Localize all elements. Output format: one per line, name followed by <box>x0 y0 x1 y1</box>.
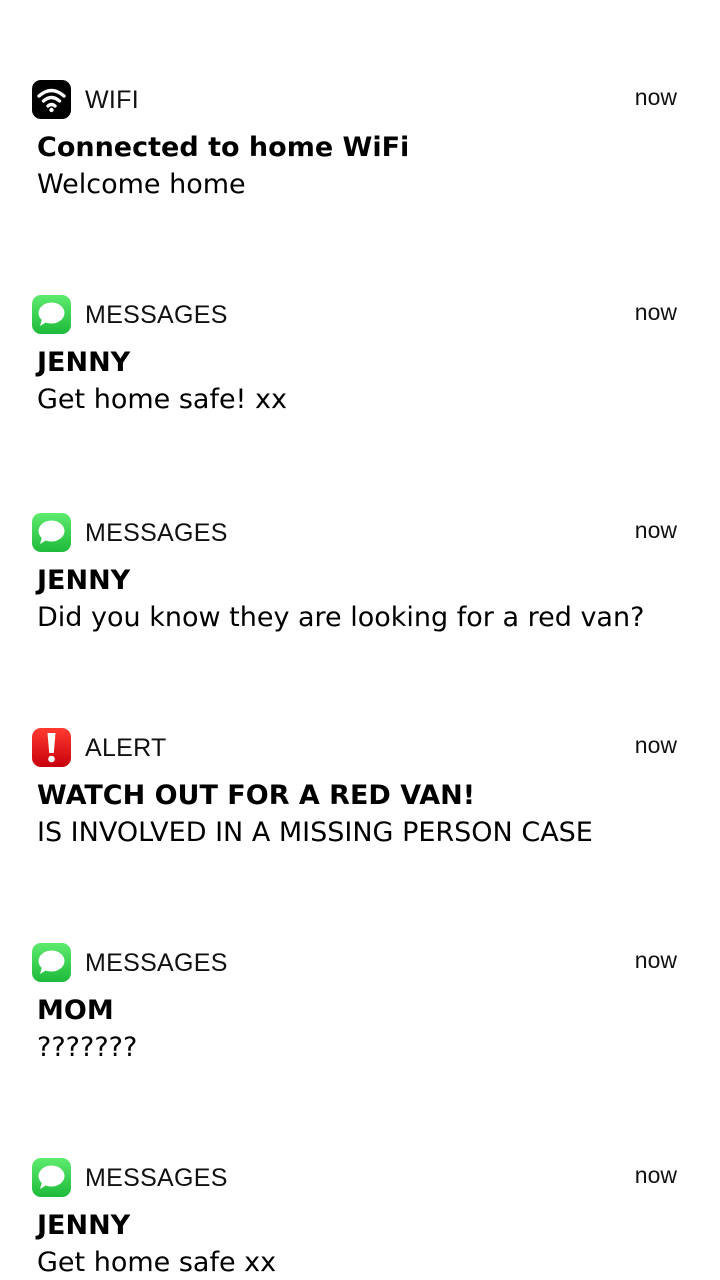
timestamp: now <box>634 84 677 110</box>
notification-title: Connected to home WiFi <box>37 132 410 163</box>
messages-icon <box>32 943 71 982</box>
messages-icon <box>32 1158 71 1197</box>
app-name: MESSAGES <box>85 519 228 547</box>
notification-body: Welcome home <box>37 169 246 200</box>
app-name: ALERT <box>85 734 167 762</box>
notification-wifi[interactable]: WIFI now Connected to home WiFi Welcome … <box>0 80 720 200</box>
notification-messages[interactable]: MESSAGES now JENNY Get home safe! xx <box>0 295 720 415</box>
notification-title: MOM <box>37 995 114 1026</box>
notification-body: Get home safe! xx <box>37 384 287 415</box>
wifi-icon <box>32 80 71 119</box>
notification-messages[interactable]: MESSAGES now JENNY Did you know they are… <box>0 513 720 633</box>
notification-body: Get home safe xx <box>37 1247 277 1278</box>
app-name: MESSAGES <box>85 949 228 977</box>
app-name: MESSAGES <box>85 301 228 329</box>
timestamp: now <box>634 299 677 325</box>
notification-alert[interactable]: ALERT now WATCH OUT FOR A RED VAN! IS IN… <box>0 728 720 848</box>
timestamp: now <box>634 947 677 973</box>
notification-body: ??????? <box>37 1032 138 1063</box>
messages-icon <box>32 295 71 334</box>
notification-title: WATCH OUT FOR A RED VAN! <box>37 780 476 811</box>
app-name: WIFI <box>85 86 139 114</box>
messages-icon <box>32 513 71 552</box>
timestamp: now <box>634 732 677 758</box>
notification-body: Did you know they are looking for a red … <box>37 602 645 633</box>
app-name: MESSAGES <box>85 1164 228 1192</box>
timestamp: now <box>634 1162 677 1188</box>
notification-body: IS INVOLVED IN A MISSING PERSON CASE <box>37 817 593 848</box>
notification-title: JENNY <box>37 347 131 378</box>
notification-title: JENNY <box>37 565 131 596</box>
notification-messages[interactable]: MESSAGES now MOM ??????? <box>0 943 720 1063</box>
notification-title: JENNY <box>37 1210 131 1241</box>
timestamp: now <box>634 517 677 543</box>
alert-icon <box>32 728 71 767</box>
notification-messages[interactable]: MESSAGES now JENNY Get home safe xx <box>0 1158 720 1278</box>
